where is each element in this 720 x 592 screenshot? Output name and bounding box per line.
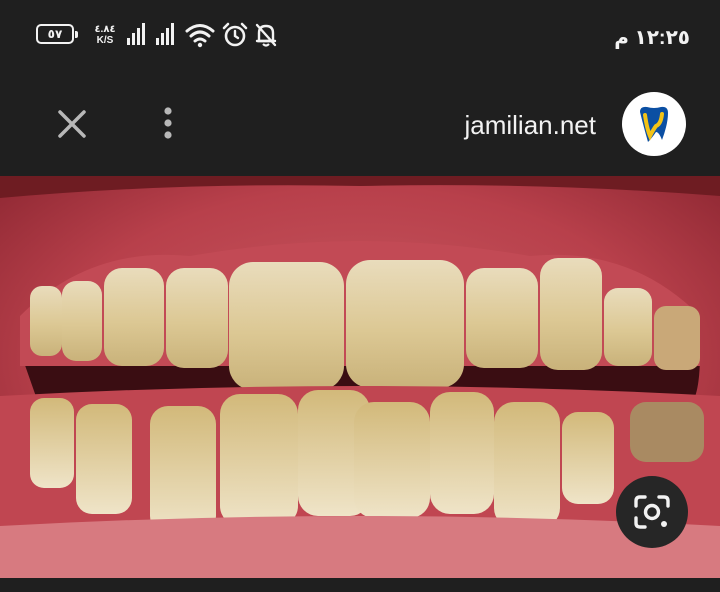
tooth-logo-icon bbox=[640, 106, 668, 142]
site-name[interactable]: jamilian.net bbox=[464, 110, 596, 141]
more-options-button[interactable] bbox=[152, 104, 184, 144]
bottom-strip bbox=[0, 578, 720, 592]
signal-icon bbox=[156, 23, 174, 45]
battery-icon: ٥٧ bbox=[36, 24, 78, 44]
close-button[interactable] bbox=[52, 104, 92, 144]
close-icon bbox=[58, 110, 86, 138]
more-vert-icon bbox=[164, 107, 172, 139]
photo-of-teeth[interactable] bbox=[0, 176, 720, 578]
browser-toolbar: jamilian.net bbox=[0, 72, 720, 176]
network-speed-value: ٤.٨٤ bbox=[94, 24, 116, 35]
status-bar: ٥٧ ٤.٨٤ K/S ١٢:٢٥ م bbox=[0, 0, 720, 72]
battery-level: ٥٧ bbox=[47, 27, 63, 41]
alarm-icon bbox=[222, 22, 248, 47]
network-speed-unit: K/S bbox=[96, 35, 114, 46]
wifi-icon bbox=[185, 24, 215, 48]
site-logo[interactable] bbox=[622, 92, 686, 156]
clock: ١٢:٢٥ م bbox=[614, 27, 690, 49]
notifications-off-icon bbox=[255, 23, 277, 47]
teeth-image bbox=[0, 176, 720, 578]
signal-icon bbox=[127, 23, 145, 45]
network-speed: ٤.٨٤ K/S bbox=[92, 24, 118, 46]
google-lens-icon bbox=[634, 495, 670, 529]
google-lens-button[interactable] bbox=[616, 476, 688, 548]
